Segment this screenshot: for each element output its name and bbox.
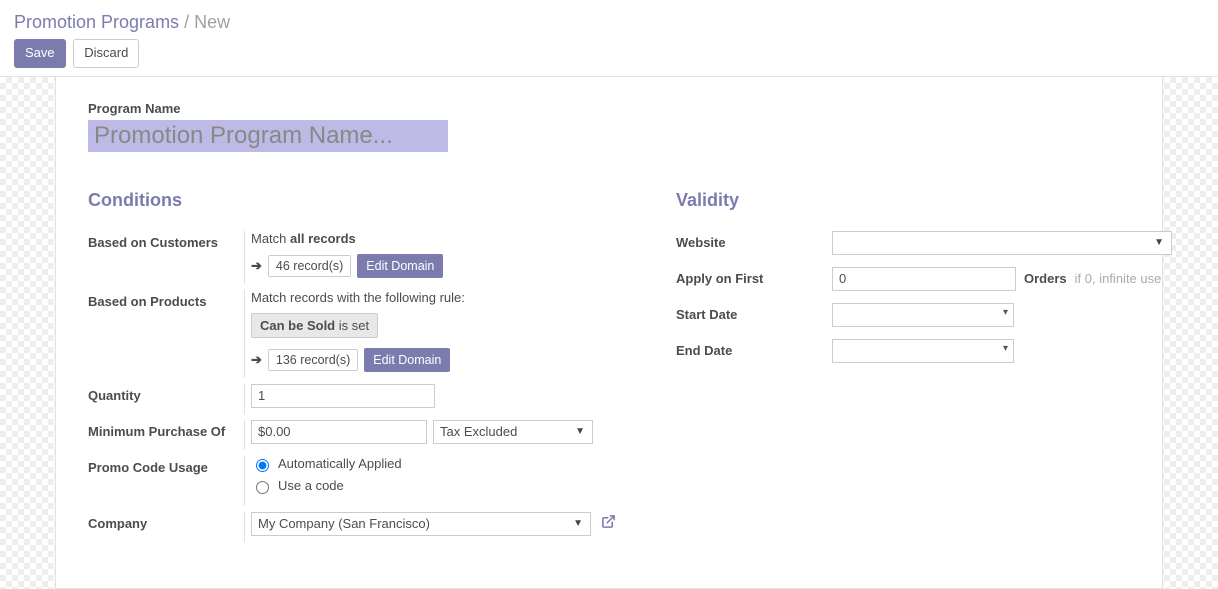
products-match-text: Match records with the following rule: — [251, 290, 616, 305]
external-link-icon[interactable] — [601, 514, 616, 533]
validity-title: Validity — [676, 190, 1172, 211]
promo-usage-label: Promo Code Usage — [88, 456, 244, 475]
start-date-input[interactable] — [832, 303, 1014, 327]
arrow-right-icon: ➔ — [251, 352, 262, 368]
orders-hint: if 0, infinite use — [1075, 271, 1162, 286]
website-select[interactable] — [832, 231, 1172, 255]
website-label: Website — [676, 231, 832, 250]
tax-select[interactable]: Tax Excluded — [433, 420, 593, 444]
discard-button[interactable]: Discard — [73, 39, 139, 68]
program-name-label: Program Name — [88, 101, 1130, 116]
based-on-customers-label: Based on Customers — [88, 231, 244, 250]
promo-code-radio[interactable] — [256, 481, 269, 494]
conditions-section: Conditions Based on Customers Match all … — [88, 190, 616, 548]
breadcrumb-sep: / — [184, 12, 189, 32]
company-select[interactable]: My Company (San Francisco) — [251, 512, 591, 536]
apply-first-input[interactable] — [832, 267, 1016, 291]
validity-section: Validity Website ▼ Apply — [676, 190, 1172, 548]
apply-first-label: Apply on First — [676, 267, 832, 286]
customers-record-count[interactable]: 46 record(s) — [268, 255, 351, 277]
min-purchase-input[interactable] — [251, 420, 427, 444]
end-date-label: End Date — [676, 339, 832, 358]
min-purchase-label: Minimum Purchase Of — [88, 420, 244, 439]
orders-label: Orders — [1024, 271, 1067, 286]
program-name-input[interactable] — [88, 120, 448, 152]
products-record-count[interactable]: 136 record(s) — [268, 349, 358, 371]
breadcrumb: Promotion Programs / New — [0, 0, 1218, 39]
promo-auto-radio[interactable] — [256, 459, 269, 472]
products-edit-domain-button[interactable]: Edit Domain — [364, 348, 450, 372]
form-sheet: Program Name Conditions Based on Custome… — [55, 77, 1163, 589]
quantity-label: Quantity — [88, 384, 244, 403]
save-button[interactable]: Save — [14, 39, 66, 68]
customers-match-text: Match all records — [251, 231, 616, 246]
promo-auto-label: Automatically Applied — [278, 456, 402, 471]
action-bar: Save Discard — [0, 39, 1218, 77]
start-date-label: Start Date — [676, 303, 832, 322]
customers-edit-domain-button[interactable]: Edit Domain — [357, 254, 443, 278]
quantity-input[interactable] — [251, 384, 435, 408]
breadcrumb-current: New — [194, 12, 230, 32]
promo-code-label: Use a code — [278, 478, 344, 493]
end-date-input[interactable] — [832, 339, 1014, 363]
based-on-products-label: Based on Products — [88, 290, 244, 309]
breadcrumb-parent[interactable]: Promotion Programs — [14, 12, 179, 32]
arrow-right-icon: ➔ — [251, 258, 262, 274]
company-label: Company — [88, 512, 244, 531]
conditions-title: Conditions — [88, 190, 616, 211]
form-background: Program Name Conditions Based on Custome… — [0, 77, 1218, 589]
products-rule-chip: Can be Sold is set — [251, 313, 378, 338]
